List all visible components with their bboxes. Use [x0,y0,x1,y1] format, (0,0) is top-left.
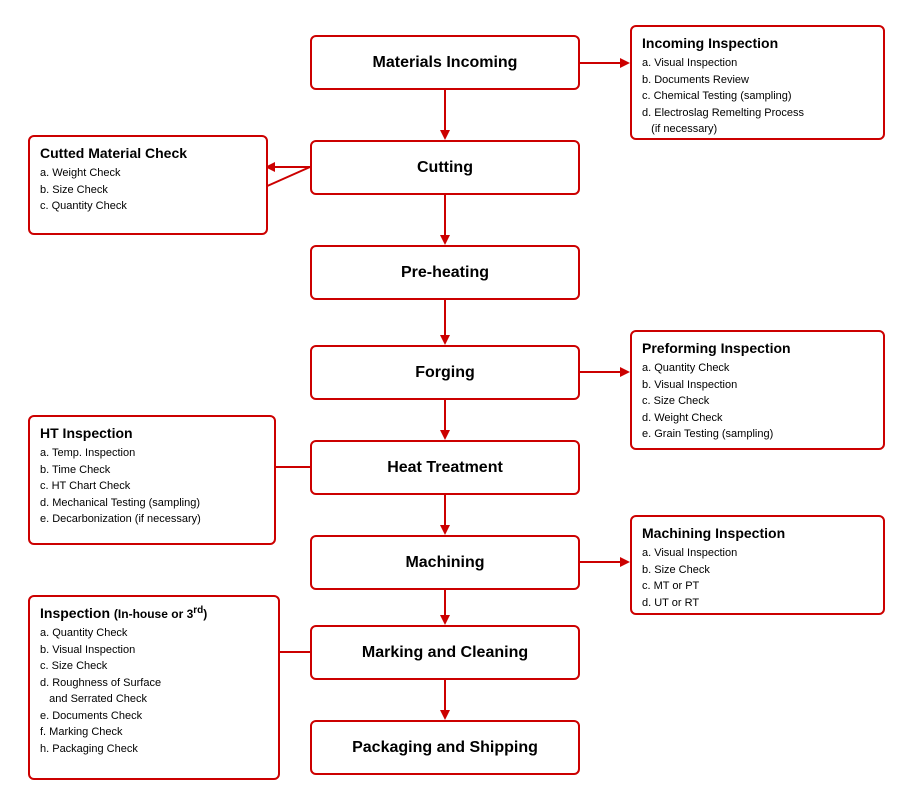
cutting-label: Cutting [417,159,473,177]
marking-cleaning-box: Marking and Cleaning [310,625,580,680]
pre-heating-box: Pre-heating [310,245,580,300]
incoming-inspection-box: Incoming Inspection a. Visual Inspection… [630,25,885,140]
marking-cleaning-label: Marking and Cleaning [362,644,528,662]
ht-inspection-items: a. Temp. Inspection b. Time Check c. HT … [40,445,264,528]
forging-label: Forging [415,364,475,382]
forging-box: Forging [310,345,580,400]
machining-label: Machining [405,554,484,572]
incoming-inspection-items: a. Visual Inspection b. Documents Review… [642,55,873,138]
cutting-box: Cutting [310,140,580,195]
ht-inspection-title: HT Inspection [40,425,264,441]
packaging-shipping-label: Packaging and Shipping [352,739,538,757]
machining-inspection-items: a. Visual Inspection b. Size Check c. MT… [642,545,873,611]
cutted-material-title: Cutted Material Check [40,145,256,161]
machining-box: Machining [310,535,580,590]
heat-treatment-label: Heat Treatment [387,459,503,477]
materials-incoming-label: Materials Incoming [373,54,518,72]
packaging-shipping-box: Packaging and Shipping [310,720,580,775]
machining-inspection-box: Machining Inspection a. Visual Inspectio… [630,515,885,615]
final-inspection-title: Inspection (In-house or 3rd) [40,605,268,621]
machining-inspection-title: Machining Inspection [642,525,873,541]
flow-diagram: Materials Incoming Cutting Pre-heating F… [0,0,910,800]
incoming-inspection-title: Incoming Inspection [642,35,873,51]
heat-treatment-box: Heat Treatment [310,440,580,495]
preforming-inspection-items: a. Quantity Check b. Visual Inspection c… [642,360,873,443]
preforming-inspection-title: Preforming Inspection [642,340,873,356]
pre-heating-label: Pre-heating [401,264,489,282]
final-inspection-box: Inspection (In-house or 3rd) a. Quantity… [28,595,280,780]
materials-incoming-box: Materials Incoming [310,35,580,90]
cutted-material-check-box: Cutted Material Check a. Weight Check b.… [28,135,268,235]
ht-inspection-box: HT Inspection a. Temp. Inspection b. Tim… [28,415,276,545]
final-inspection-items: a. Quantity Check b. Visual Inspection c… [40,625,268,757]
cutted-material-items: a. Weight Check b. Size Check c. Quantit… [40,165,256,215]
preforming-inspection-box: Preforming Inspection a. Quantity Check … [630,330,885,450]
